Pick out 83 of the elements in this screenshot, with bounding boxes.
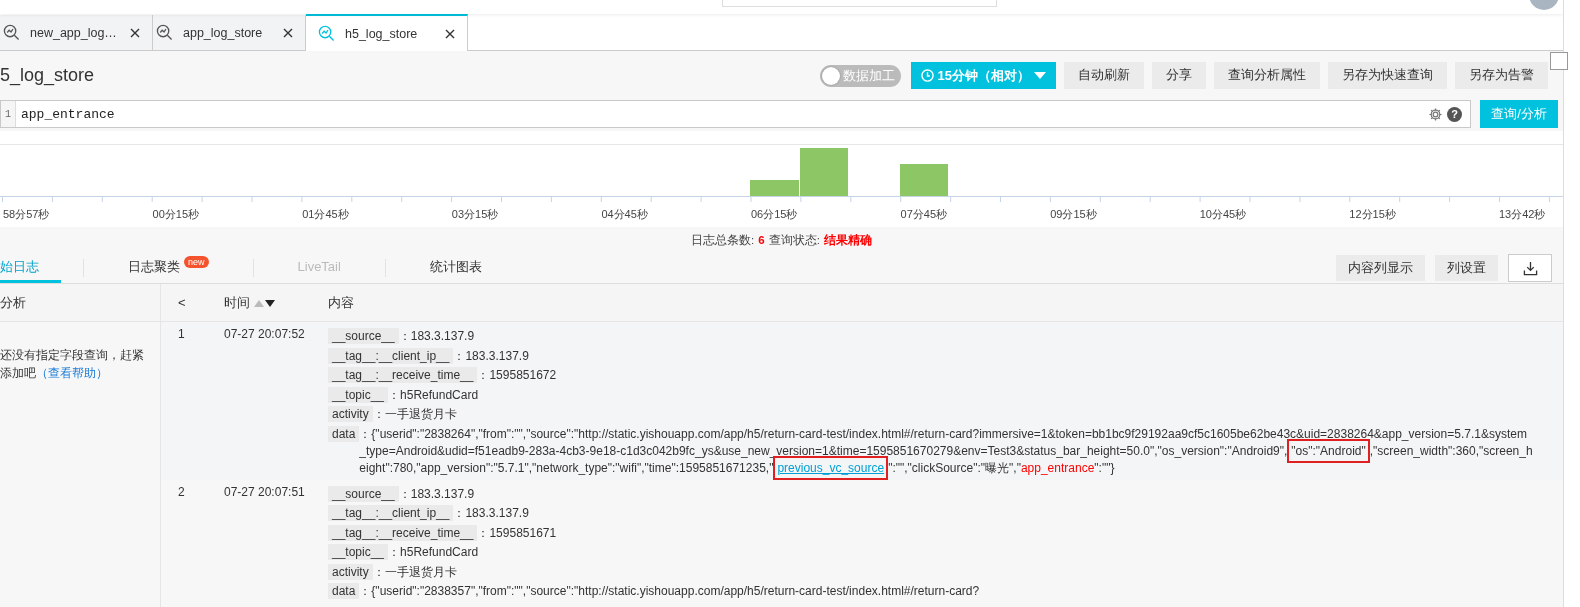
axis-label: 12分15秒 (1349, 207, 1397, 222)
axis-label: 09分15秒 (1050, 207, 1098, 222)
search-chart-icon (3, 24, 20, 41)
axis-label: 06分15秒 (750, 207, 799, 222)
row-number: 2 (178, 484, 185, 499)
field-value: ：一手退货月卡 (372, 407, 457, 421)
status-label: 查询状态: (768, 232, 820, 248)
toolbar-button[interactable]: 自动刷新 (1064, 62, 1144, 89)
axis-label: 00分15秒 (152, 207, 201, 222)
toolbar-button[interactable]: 分享 (1152, 62, 1206, 89)
tab[interactable]: h5_log_store (306, 14, 468, 51)
tab[interactable]: new_app_log… (0, 15, 153, 50)
logstore-title: 5_log_store (0, 65, 95, 86)
field-key[interactable]: data (328, 425, 360, 442)
new-badge: new (184, 255, 209, 268)
count-label: 日志总条数: (691, 232, 755, 248)
close-icon[interactable] (283, 27, 293, 38)
toolbar-button[interactable]: 另存为告警 (1455, 62, 1548, 89)
field-key[interactable]: __source__ (328, 485, 399, 502)
field-key[interactable]: __source__ (328, 328, 399, 344)
field-value: ：h5RefundCard (388, 545, 479, 559)
checkbox[interactable] (1550, 52, 1568, 70)
field-value: ：183.3.137.9 (453, 506, 529, 520)
axis-label: 07分45秒 (900, 207, 949, 222)
caret-icon (1034, 71, 1046, 80)
help-button[interactable]: ? (1447, 106, 1462, 122)
field-value: ：1595851672 (477, 368, 557, 382)
search-chart-icon (318, 25, 335, 42)
axis-label: 03分15秒 (451, 207, 500, 222)
field-key[interactable]: __tag__:__receive_time__ (328, 524, 478, 541)
field-value: ：一手退货月卡 (372, 564, 457, 579)
annotation-box: "os":"Android" (1287, 438, 1370, 463)
axis-label: 04分45秒 (601, 207, 649, 222)
view-button[interactable]: 列设置 (1435, 255, 1498, 281)
search-field[interactable] (722, 0, 997, 7)
axis-label: 13分42秒 (1498, 207, 1546, 222)
log-count: 6 (758, 234, 765, 246)
settings-icon[interactable] (1428, 106, 1443, 122)
scrollbar[interactable] (1563, 0, 1580, 607)
field-value: ：{"userid":"2838357","from":"","source":"http://static.yishouapp.com/app/h5/return-card-test/index.html#/return-card? (359, 583, 981, 600)
query-status: 结果精确 (823, 232, 872, 248)
sort-icon[interactable] (254, 298, 276, 307)
toolbar-button[interactable]: 查询分析属性 (1214, 62, 1320, 89)
download-icon (1522, 260, 1538, 276)
field-key[interactable]: activity (328, 406, 373, 422)
axis-label: 10分45秒 (1199, 207, 1248, 222)
line-number: 1 (1, 101, 16, 127)
field-value: ：h5RefundCard (388, 387, 479, 402)
field-key[interactable]: __topic__ (328, 544, 389, 560)
query-editor[interactable]: 1 app_entrance ? (0, 100, 1471, 128)
view-tab[interactable]: 统计图表 (407, 253, 504, 283)
log-time: 07-27 20:07:51 (224, 484, 305, 499)
view-tab[interactable]: 日志聚类 new (106, 253, 231, 283)
tab[interactable]: app_log_store (153, 15, 306, 50)
log-time: 07-27 20:07:52 (224, 327, 305, 341)
column-header: 内容 (328, 294, 354, 310)
field-value: ：{"userid":"2838264","from":"","source":"http://static.yishouapp.com/app/h5/return-card-test/index.html#/return-card?immersive=1&token=bb1bc9f29192aa9cf5c1605be62be43c&uid=2838264&app_version=5.7.1&system_type=Android&udid=f51eadb9-283a-4cb3-9e18-c1d3c042b9fc_ys&use_new_version=1&time=1595851670279&env=Test3&status_bar_height=50.0","os_version":"Android9", "os":"Android" ,"screen_width":360,"screen_height":780,"app_version":"5.7.1","network_type":"wifi","time":1595851671235," previous_vc_source ":"","clickSource":"曝光","app_entrance":""} (359, 425, 1533, 477)
field-key[interactable]: __topic__ (328, 386, 389, 403)
axis-label: 58分57秒 (3, 207, 51, 222)
download-button[interactable] (1508, 254, 1552, 282)
collapse-button[interactable]: < (178, 295, 186, 310)
search-chart-icon (156, 24, 173, 41)
clock-icon (920, 69, 934, 82)
query-text: app_entrance (20, 106, 116, 122)
field-value: ：183.3.137.9 (398, 486, 475, 501)
empty-message: 还没有指定字段查询，赶紧添加吧（查看帮助） (0, 347, 145, 382)
field-value: ：1595851671 (477, 525, 557, 540)
field-key[interactable]: data (328, 583, 360, 599)
field-key[interactable]: __tag__:__client_ip__ (328, 347, 454, 364)
toolbar-button[interactable]: 另存为快速查询 (1328, 62, 1447, 89)
sidebar-header: 分析 (0, 293, 26, 312)
close-icon[interactable] (130, 27, 140, 38)
view-button[interactable]: 内容列显示 (1336, 255, 1425, 281)
field-key[interactable]: activity (328, 563, 373, 580)
field-value: ：183.3.137.9 (453, 348, 529, 363)
column-header[interactable]: 时间 (224, 293, 250, 312)
row-number: 1 (178, 327, 185, 341)
axis-label: 01分45秒 (302, 207, 350, 222)
field-value: ：183.3.137.9 (398, 329, 475, 343)
help-link[interactable]: （查看帮助） (36, 366, 108, 380)
field-key[interactable]: __tag__:__client_ip__ (328, 505, 454, 521)
field-key[interactable]: __tag__:__receive_time__ (328, 367, 478, 383)
close-icon[interactable] (445, 28, 455, 39)
